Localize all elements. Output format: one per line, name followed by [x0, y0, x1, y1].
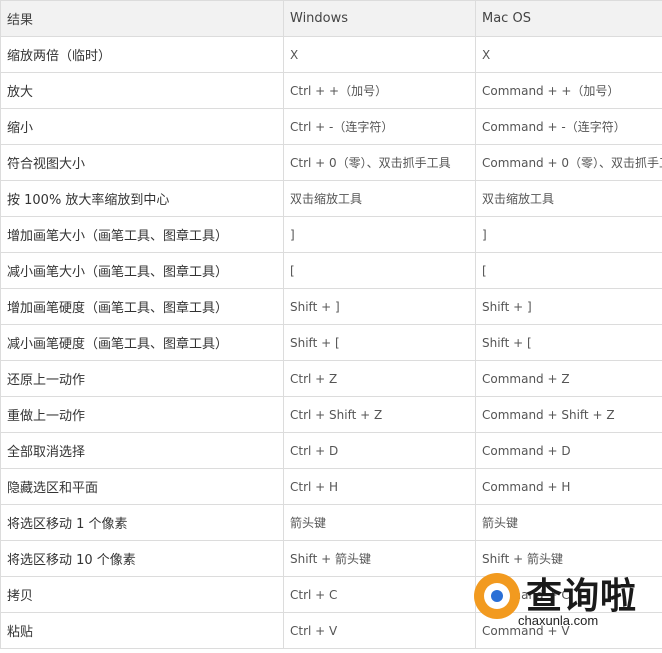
- result-cell: 拷贝: [0, 576, 284, 613]
- watermark-domain: chaxunla.com: [518, 613, 599, 628]
- result-cell: 按 100% 放大率缩放到中心: [0, 180, 284, 217]
- magnifier-logo-icon: [474, 573, 520, 619]
- windows-shortcut-cell: 双击缩放工具: [283, 180, 476, 217]
- windows-shortcut-cell: Ctrl + V: [283, 612, 476, 649]
- result-cell: 缩小: [0, 108, 284, 145]
- result-cell: 隐藏选区和平面: [0, 468, 284, 505]
- table-row: 按 100% 放大率缩放到中心 双击缩放工具 双击缩放工具: [0, 180, 662, 217]
- column-header-mac: Mac OS: [475, 0, 662, 37]
- result-cell: 缩放两倍（临时）: [0, 36, 284, 73]
- mac-shortcut-cell: 箭头键: [475, 504, 662, 541]
- windows-shortcut-cell: Ctrl + D: [283, 432, 476, 469]
- mac-shortcut-cell: Command + Z: [475, 360, 662, 397]
- table-row: 重做上一动作 Ctrl + Shift + Z Command + Shift + …: [0, 396, 662, 433]
- mac-shortcut-cell: Shift + [: [475, 324, 662, 361]
- table-row: 增加画笔硬度（画笔工具、图章工具） Shift + ] Shift + ]: [0, 288, 662, 325]
- table-row: 符合视图大小 Ctrl + 0（零）、双击抓手工具 Command + 0（零）、双…: [0, 144, 662, 181]
- table-row: 缩小 Ctrl + -（连字符） Command + -（连字符）: [0, 108, 662, 145]
- column-header-result: 结果: [0, 0, 284, 37]
- mac-shortcut-cell: Command + 0（零）、双击抓手工具: [475, 144, 662, 181]
- result-cell: 符合视图大小: [0, 144, 284, 181]
- windows-shortcut-cell: Ctrl + C: [283, 576, 476, 613]
- result-cell: 将选区移动 1 个像素: [0, 504, 284, 541]
- result-cell: 全部取消选择: [0, 432, 284, 469]
- windows-shortcut-cell: 箭头键: [283, 504, 476, 541]
- mac-shortcut-cell: Command + H: [475, 468, 662, 505]
- mac-shortcut-cell: ]: [475, 216, 662, 253]
- watermark-logo: 查询啦 chaxunla.com: [474, 567, 644, 633]
- table-row: 将选区移动 1 个像素 箭头键 箭头键: [0, 504, 662, 541]
- windows-shortcut-cell: Ctrl + Z: [283, 360, 476, 397]
- table-header-row: 结果 Windows Mac OS: [0, 0, 662, 37]
- windows-shortcut-cell: Shift + ]: [283, 288, 476, 325]
- table-row: 隐藏选区和平面 Ctrl + H Command + H: [0, 468, 662, 505]
- mac-shortcut-cell: Command + D: [475, 432, 662, 469]
- windows-shortcut-cell: Ctrl + 0（零）、双击抓手工具: [283, 144, 476, 181]
- mac-shortcut-cell: Command + +（加号）: [475, 72, 662, 109]
- mac-shortcut-cell: Command + Shift + Z: [475, 396, 662, 433]
- mac-shortcut-cell: X: [475, 36, 662, 73]
- windows-shortcut-cell: Ctrl + Shift + Z: [283, 396, 476, 433]
- result-cell: 增加画笔硬度（画笔工具、图章工具）: [0, 288, 284, 325]
- mac-shortcut-cell: Command + -（连字符）: [475, 108, 662, 145]
- mac-shortcut-cell: Shift + ]: [475, 288, 662, 325]
- windows-shortcut-cell: [: [283, 252, 476, 289]
- windows-shortcut-cell: Shift + 箭头键: [283, 540, 476, 577]
- windows-shortcut-cell: Ctrl + +（加号）: [283, 72, 476, 109]
- result-cell: 粘贴: [0, 612, 284, 649]
- table-row: 还原上一动作 Ctrl + Z Command + Z: [0, 360, 662, 397]
- shortcut-table: 结果 Windows Mac OS 缩放两倍（临时） X X 放大 Ctrl + +（加…: [0, 0, 662, 649]
- result-cell: 放大: [0, 72, 284, 109]
- column-header-windows: Windows: [283, 0, 476, 37]
- windows-shortcut-cell: Ctrl + H: [283, 468, 476, 505]
- table-row: 全部取消选择 Ctrl + D Command + D: [0, 432, 662, 469]
- mac-shortcut-cell: 双击缩放工具: [475, 180, 662, 217]
- result-cell: 重做上一动作: [0, 396, 284, 433]
- table-row: 减小画笔大小（画笔工具、图章工具）[[: [0, 252, 662, 289]
- table-row: 减小画笔硬度（画笔工具、图章工具） Shift + [Shift + [: [0, 324, 662, 361]
- result-cell: 减小画笔硬度（画笔工具、图章工具）: [0, 324, 284, 361]
- mac-shortcut-cell: [: [475, 252, 662, 289]
- windows-shortcut-cell: X: [283, 36, 476, 73]
- windows-shortcut-cell: Ctrl + -（连字符）: [283, 108, 476, 145]
- table-body: 缩放两倍（临时） X X 放大 Ctrl + +（加号） Command + +（加号）缩…: [0, 36, 662, 649]
- result-cell: 将选区移动 10 个像素: [0, 540, 284, 577]
- windows-shortcut-cell: ]: [283, 216, 476, 253]
- table-row: 缩放两倍（临时） X X: [0, 36, 662, 73]
- table-row: 增加画笔大小（画笔工具、图章工具）]]: [0, 216, 662, 253]
- result-cell: 还原上一动作: [0, 360, 284, 397]
- windows-shortcut-cell: Shift + [: [283, 324, 476, 361]
- result-cell: 减小画笔大小（画笔工具、图章工具）: [0, 252, 284, 289]
- result-cell: 增加画笔大小（画笔工具、图章工具）: [0, 216, 284, 253]
- watermark-name: 查询啦: [526, 576, 638, 617]
- table-row: 放大 Ctrl + +（加号） Command + +（加号）: [0, 72, 662, 109]
